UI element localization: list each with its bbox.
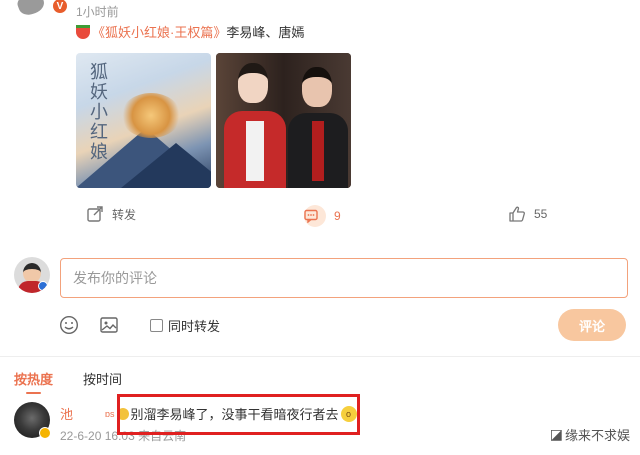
- watermark-text: 缘来不求娱: [564, 428, 630, 443]
- person-right-jacket: [288, 113, 348, 188]
- watermark: ◪ 缘来不求娱: [550, 425, 630, 444]
- comment-date: 22-6-20: [60, 429, 102, 443]
- topic-link[interactable]: 《狐妖小红娘·王权篇》: [92, 22, 226, 41]
- post-time[interactable]: 1小时前: [76, 3, 119, 20]
- avatar-badge-icon: [38, 281, 48, 291]
- tab-hot[interactable]: 按热度: [14, 369, 53, 394]
- comment-count: 9: [334, 209, 341, 223]
- comment-button[interactable]: 9: [304, 205, 341, 227]
- post-text: 《狐妖小红娘·王权篇》 李易峰、唐嫣: [76, 22, 304, 41]
- verified-badge-icon: [39, 427, 51, 439]
- user-tag: ɒs: [105, 408, 115, 419]
- verified-badge-icon: V: [52, 0, 68, 14]
- poster-avatar[interactable]: V: [8, 0, 68, 20]
- commenter-avatar[interactable]: [14, 402, 51, 439]
- post-action-bar: 转发 9 55: [0, 205, 640, 227]
- post-image-poster[interactable]: 狐妖小红娘: [76, 53, 211, 188]
- checkbox-box[interactable]: [150, 318, 163, 332]
- comment-input[interactable]: [60, 258, 628, 298]
- my-avatar[interactable]: [14, 257, 50, 293]
- watermelon-icon: [76, 24, 90, 39]
- post-text-body: 李易峰、唐嫣: [226, 25, 305, 40]
- forward-button[interactable]: 转发: [86, 205, 136, 223]
- composer-tools: 同时转发: [58, 314, 220, 336]
- like-icon: [509, 206, 525, 222]
- image-icon[interactable]: [98, 314, 120, 336]
- emoji-icon[interactable]: [58, 314, 80, 336]
- avatar-face: [23, 263, 41, 283]
- divider: [0, 356, 640, 357]
- mountain-shape: [121, 143, 211, 188]
- repost-checkbox[interactable]: 同时转发: [150, 316, 220, 335]
- sort-tabs: 按热度 按时间: [14, 369, 152, 394]
- tab-time[interactable]: 按时间: [83, 369, 122, 388]
- highlight-box: [117, 394, 360, 435]
- comment-icon: [304, 205, 326, 227]
- person-right: [302, 67, 332, 107]
- forward-icon: [87, 206, 103, 222]
- person-left-jacket: [224, 111, 286, 188]
- person-left: [238, 63, 268, 103]
- dragon-glow: [121, 93, 181, 138]
- post-image-photo[interactable]: [216, 53, 351, 188]
- commenter-username[interactable]: 池: [60, 404, 73, 423]
- like-button[interactable]: 55: [508, 205, 547, 223]
- watermark-logo-icon: ◪: [549, 426, 563, 442]
- like-count: 55: [534, 207, 548, 221]
- poster-title-art: 狐妖小红娘: [90, 62, 108, 163]
- repost-label: 同时转发: [168, 318, 221, 334]
- submit-comment-button[interactable]: 评论: [558, 309, 626, 341]
- poster-avatar-image: [15, 0, 47, 18]
- forward-label: 转发: [112, 207, 137, 222]
